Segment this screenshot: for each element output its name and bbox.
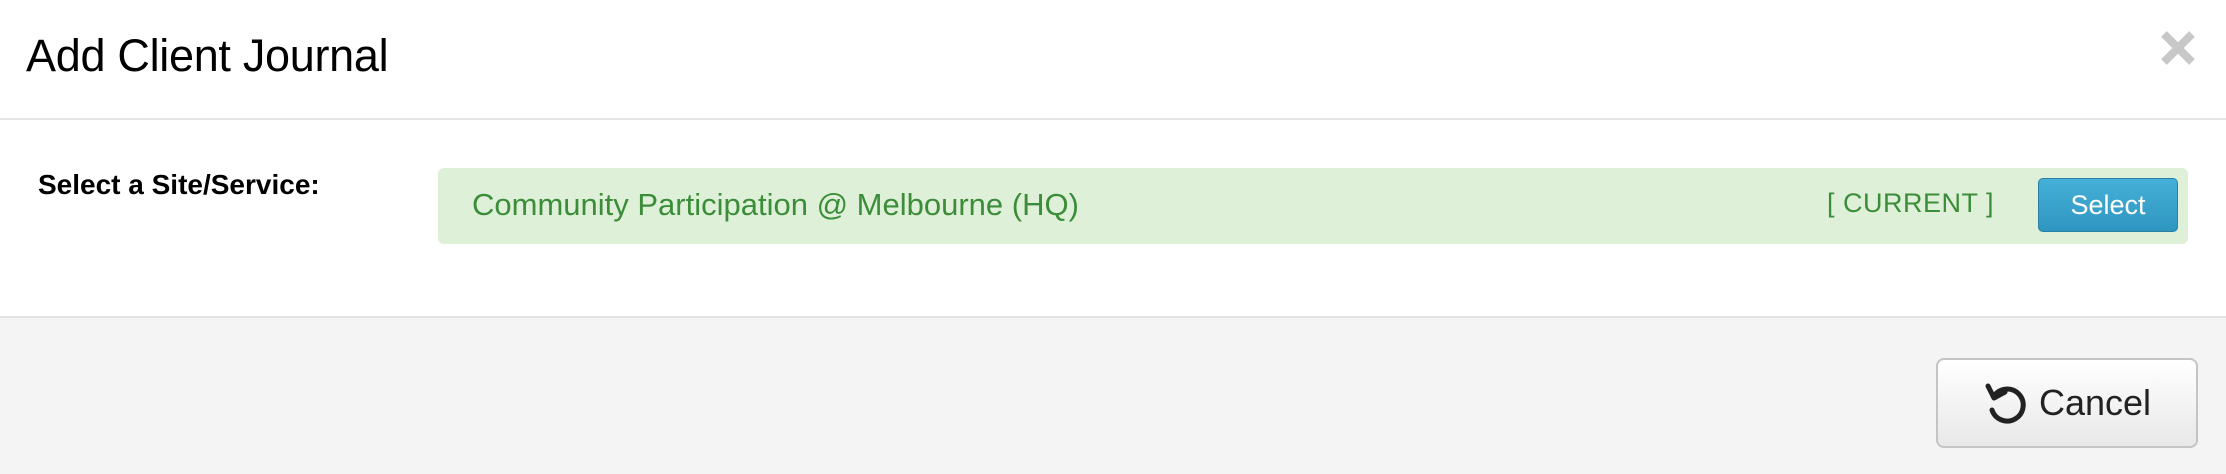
undo-icon xyxy=(1985,383,2026,424)
select-button[interactable]: Select xyxy=(2038,178,2178,232)
site-service-label: Select a Site/Service: xyxy=(38,169,320,200)
site-service-name: Community Participation @ Melbourne (HQ) xyxy=(472,187,1079,222)
current-status-badge: [ CURRENT ] xyxy=(1826,188,1994,218)
close-icon[interactable] xyxy=(2154,24,2202,72)
cancel-button[interactable]: Cancel xyxy=(1936,358,2198,448)
modal-header: Add Client Journal xyxy=(0,0,2226,120)
modal-footer: Cancel xyxy=(0,316,2226,474)
cancel-label: Cancel xyxy=(2038,382,2152,423)
add-client-journal-modal: Add Client Journal Select a Site/Service… xyxy=(0,0,2226,474)
modal-title: Add Client Journal xyxy=(26,30,389,81)
modal-body: Select a Site/Service: Community Partici… xyxy=(0,120,2226,316)
site-service-option[interactable]: Community Participation @ Melbourne (HQ)… xyxy=(438,168,2188,244)
